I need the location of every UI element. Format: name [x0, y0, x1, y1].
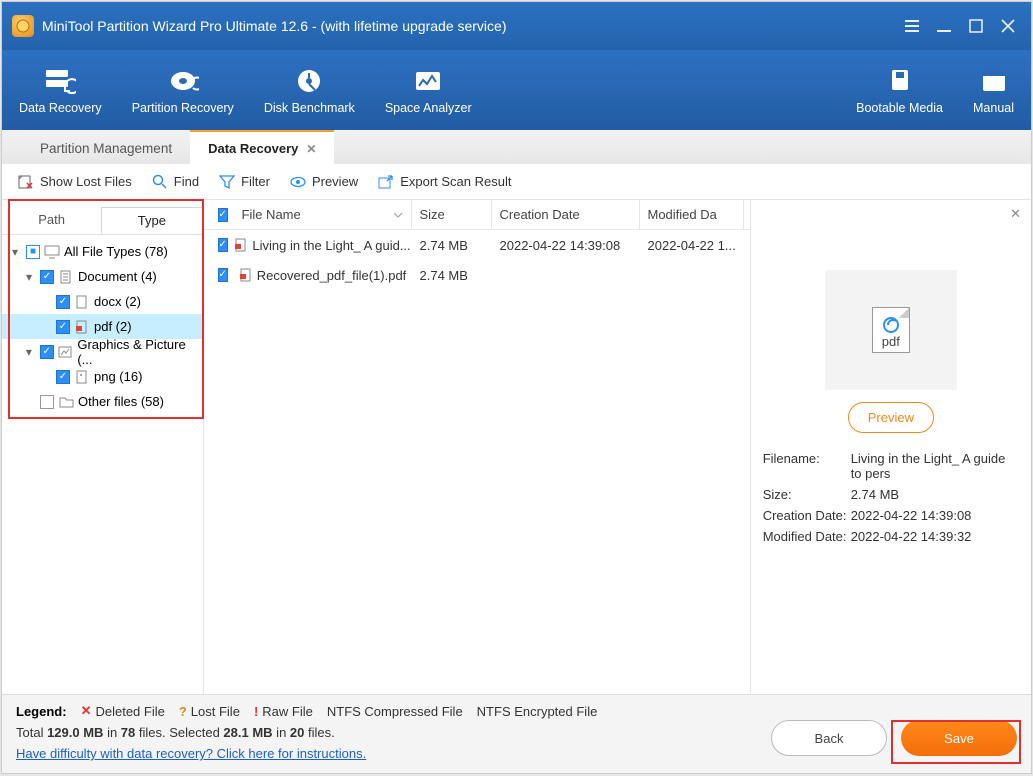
file-row[interactable]: ✓ Recovered_pdf_file(1).pdf 2.74 MB [204, 260, 750, 290]
header-filename[interactable]: File Name [234, 200, 412, 229]
header-creation-date[interactable]: Creation Date [492, 200, 640, 229]
header-modified-date[interactable]: Modified Da [640, 200, 744, 229]
tab-data-recovery[interactable]: Data Recovery✕ [190, 130, 334, 164]
file-icon [74, 295, 90, 309]
tree-node-all[interactable]: ▾ ■ All File Types (78) [2, 239, 203, 264]
ribbon-bootable-media[interactable]: Bootable Media [841, 50, 958, 130]
folder-icon [58, 395, 74, 409]
file-pdf-icon [234, 238, 248, 252]
checkbox-checked[interactable]: ✓ [218, 268, 228, 282]
close-icon[interactable]: ✕ [306, 142, 316, 156]
ribbon: Data Recovery Partition Recovery Disk Be… [2, 50, 1031, 130]
ribbon-disk-benchmark[interactable]: Disk Benchmark [249, 50, 370, 130]
header-checkbox[interactable]: ✓ [210, 200, 234, 229]
minimize-icon[interactable] [935, 17, 953, 35]
checkbox-partial[interactable]: ■ [26, 245, 40, 259]
tree-node-document[interactable]: ▾ ✓ Document (4) [2, 264, 203, 289]
save-button[interactable]: Save [901, 720, 1017, 756]
checkbox-checked[interactable]: ✓ [40, 270, 54, 284]
titlebar: MiniTool Partition Wizard Pro Ultimate 1… [2, 2, 1031, 50]
tree-node-other[interactable]: Other files (58) [2, 389, 203, 414]
checkbox-checked[interactable]: ✓ [218, 238, 228, 252]
show-lost-files-button[interactable]: Show Lost Files [18, 174, 132, 190]
window-title: MiniTool Partition Wizard Pro Ultimate 1… [42, 18, 507, 34]
document-icon [58, 270, 74, 284]
sidebar: Path Type ▾ ■ All File Types (78) ▾ ✓ Do… [2, 200, 204, 694]
preview-file-button[interactable]: Preview [848, 402, 934, 433]
ribbon-space-analyzer[interactable]: Space Analyzer [370, 50, 487, 130]
chevron-down-icon[interactable]: ▾ [22, 345, 36, 359]
close-icon[interactable] [999, 17, 1017, 35]
legend-deleted: ✕Deleted File [81, 703, 165, 719]
tree-node-docx[interactable]: ✓ docx (2) [2, 289, 203, 314]
checkbox-checked[interactable]: ✓ [56, 295, 70, 309]
preview-thumbnail: pdf [825, 270, 957, 390]
back-button[interactable]: Back [771, 720, 887, 756]
preview-button[interactable]: Preview [290, 174, 358, 190]
footer: Legend: ✕Deleted File ?Lost File !Raw Fi… [2, 694, 1031, 773]
tree-node-graphics[interactable]: ▾ ✓ Graphics & Picture (... [2, 339, 203, 364]
checkbox-checked[interactable]: ✓ [40, 345, 54, 359]
tree-node-pdf[interactable]: ✓ pdf (2) [2, 314, 203, 339]
legend-lost: ?Lost File [179, 704, 240, 719]
preview-panel: ✕ pdf Preview Filename:Living in the Lig… [750, 200, 1031, 694]
maximize-icon[interactable] [967, 17, 985, 35]
file-row[interactable]: ✓ Living in the Light_ A guid... 2.74 MB… [204, 230, 750, 260]
app-logo-icon [12, 15, 34, 37]
hamburger-menu-icon[interactable] [903, 17, 921, 35]
partition-recovery-icon [166, 67, 200, 95]
tree-tab-path[interactable]: Path [2, 207, 101, 234]
image-icon [58, 345, 74, 359]
file-grid: ✓ File Name Size Creation Date Modified … [204, 200, 750, 694]
ribbon-partition-recovery[interactable]: Partition Recovery [117, 50, 249, 130]
find-button[interactable]: Find [152, 174, 199, 190]
manual-icon [977, 67, 1011, 95]
tree-tab-type[interactable]: Type [101, 207, 202, 234]
export-button[interactable]: Export Scan Result [378, 174, 511, 190]
bootable-media-icon [883, 67, 917, 95]
checkbox-unchecked[interactable] [40, 395, 54, 409]
legend-ntfs-encrypted: NTFS Encrypted File [477, 704, 598, 719]
filter-button[interactable]: Filter [219, 174, 270, 190]
file-image-icon [74, 370, 90, 384]
close-icon[interactable]: ✕ [1010, 206, 1021, 222]
ribbon-manual[interactable]: Manual [958, 50, 1029, 130]
monitor-icon [44, 245, 60, 259]
ribbon-data-recovery[interactable]: Data Recovery [4, 50, 117, 130]
help-link[interactable]: Have difficulty with data recovery? Clic… [16, 746, 366, 761]
disk-benchmark-icon [292, 67, 326, 95]
header-size[interactable]: Size [412, 200, 492, 229]
checkbox-checked[interactable]: ✓ [56, 320, 70, 334]
space-analyzer-icon [411, 67, 445, 95]
legend-ntfs-compressed: NTFS Compressed File [327, 704, 463, 719]
tree-node-png[interactable]: ✓ png (16) [2, 364, 203, 389]
checkbox-checked[interactable]: ✓ [56, 370, 70, 384]
totals-text: Total 129.0 MB in 78 files. Selected 28.… [16, 725, 366, 740]
chevron-down-icon[interactable]: ▾ [22, 270, 36, 284]
file-pdf-icon [74, 320, 90, 334]
data-recovery-icon [43, 67, 77, 95]
toolbar: Show Lost Files Find Filter Preview Expo… [2, 164, 1031, 200]
legend-raw: !Raw File [254, 704, 313, 719]
chevron-down-icon[interactable]: ▾ [8, 245, 22, 259]
main-tabs: Partition Management Data Recovery✕ [2, 130, 1031, 164]
file-pdf-icon [239, 268, 253, 282]
tab-partition-management[interactable]: Partition Management [22, 132, 190, 164]
